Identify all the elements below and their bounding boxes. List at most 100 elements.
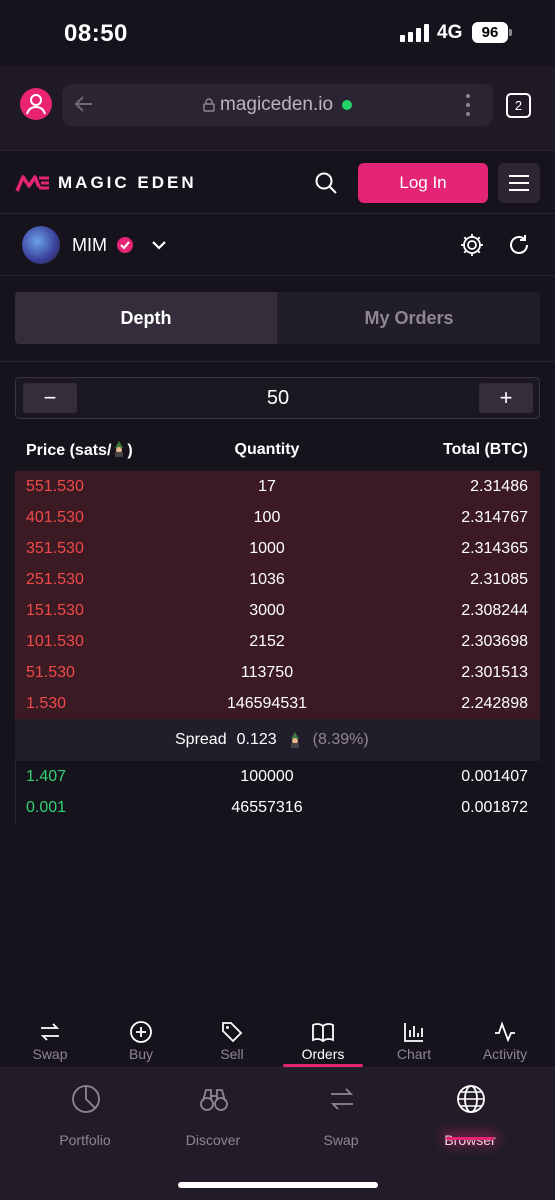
tabs-count-button[interactable]: 2 [506,93,531,118]
depth-stepper: − 50 + [15,377,540,419]
ask-row[interactable]: 251.530 1036 2.31085 [15,564,540,595]
search-icon[interactable] [314,171,338,195]
nav-browser[interactable]: Browser [415,1084,525,1148]
ask-row[interactable]: 401.530 100 2.314767 [15,502,540,533]
status-time: 08:50 [64,20,128,47]
ask-quantity: 3000 [249,602,285,619]
magic-eden-logo-icon[interactable] [15,171,51,195]
ask-row[interactable]: 101.530 2152 2.303698 [15,626,540,657]
ask-price: 351.530 [26,540,84,557]
logo-text: MAGIC EDEN [58,173,197,192]
divider [0,361,555,362]
ask-quantity: 100 [253,509,281,526]
login-button[interactable]: Log In [358,163,488,203]
user-icon [26,94,46,115]
spread-percent: (8.39%) [312,731,369,748]
ask-orders: 551.530 17 2.31486 401.530 100 2.314767 … [15,471,540,719]
bid-row[interactable]: 0.001 46557316 0.001872 [15,792,540,823]
plus-circle-icon [130,1021,152,1043]
ask-total: 2.242898 [461,695,528,712]
ask-quantity: 17 [258,478,276,495]
nav-discover[interactable]: Discover [158,1084,268,1148]
ask-price: 151.530 [26,602,84,619]
stepper-value[interactable]: 50 [216,387,340,410]
signal-icon [400,24,429,42]
swap-icon [330,1088,354,1110]
market-subnav: Swap Buy Sell Orders Chart Activity [0,1012,555,1068]
subnav-buy[interactable]: Buy [95,1012,187,1068]
decrement-button[interactable]: − [23,383,77,413]
nav-portfolio[interactable]: Portfolio [30,1084,140,1148]
bar-chart-icon [404,1023,423,1042]
secure-dot-icon [342,100,352,110]
url-bar[interactable]: magiceden.io [62,84,493,126]
bid-price: 0.001 [26,799,67,816]
subnav-label: Buy [128,1046,154,1062]
increment-button[interactable]: + [479,383,533,413]
subnav-label: Sell [220,1046,244,1062]
subnav-swap[interactable]: Swap [4,1012,96,1068]
book-icon [312,1023,334,1043]
ask-row[interactable]: 351.530 1000 2.314365 [15,533,540,564]
globe-icon [457,1085,485,1113]
site-header: MAGIC EDEN Log In [0,150,555,214]
main-bottom-nav: Portfolio Discover Swap Browser [0,1068,555,1200]
ask-total: 2.314767 [461,509,528,526]
bid-quantity: 100000 [240,768,294,785]
more-options-icon[interactable] [465,92,471,118]
url-text: magiceden.io [220,94,334,115]
subnav-label: Orders [301,1046,345,1062]
pie-chart-icon [72,1085,100,1113]
status-bar: 08:50 4G 96 [0,0,555,66]
nav-label: Discover [185,1132,241,1148]
spread-value: 0.123 [236,731,277,748]
depth-tabs: Depth My Orders [15,292,540,344]
tab-my-orders[interactable]: My Orders [278,292,540,344]
tag-icon [222,1022,243,1043]
tab-depth[interactable]: Depth [15,292,277,344]
hamburger-menu-button[interactable] [498,163,540,203]
battery-tip [509,29,512,36]
profile-avatar-button[interactable] [20,88,52,120]
witch-emoji-icon [115,441,124,457]
nav-swap[interactable]: Swap [286,1084,396,1148]
home-indicator[interactable] [178,1182,378,1188]
menu-icon [509,175,529,191]
price-column-header: Price (sats/) [26,441,133,459]
ask-price: 401.530 [26,509,84,526]
activity-icon [495,1021,515,1043]
ask-row[interactable]: 51.530 113750 2.301513 [15,657,540,688]
collection-avatar [22,226,60,264]
ask-quantity: 113750 [240,664,294,681]
swap-icon [40,1023,60,1041]
witch-emoji-icon [290,732,299,748]
binoculars-icon [200,1089,228,1111]
nav-label: Browser [444,1132,496,1148]
ask-row[interactable]: 1.530 146594531 2.242898 [15,688,540,719]
subnav-label: Activity [482,1046,528,1062]
verified-badge-icon [117,237,133,253]
bid-row[interactable]: 1.407 100000 0.001407 [15,761,540,792]
subnav-sell[interactable]: Sell [186,1012,278,1068]
subnav-activity[interactable]: Activity [459,1012,551,1068]
settings-gear-icon[interactable] [459,232,485,258]
ask-row[interactable]: 551.530 17 2.31486 [15,471,540,502]
ask-price: 551.530 [26,478,84,495]
nav-label: Swap [323,1132,359,1148]
spread-label: Spread [175,731,227,748]
ask-quantity: 146594531 [226,695,308,712]
refresh-icon[interactable] [506,232,532,258]
back-arrow-icon[interactable] [72,92,96,116]
ask-row[interactable]: 151.530 3000 2.308244 [15,595,540,626]
subnav-chart[interactable]: Chart [368,1012,460,1068]
bid-total: 0.001872 [461,799,528,816]
spread-row: Spread 0.123 (8.39%) [15,719,540,761]
bid-price: 1.407 [26,768,67,785]
ask-total: 2.314365 [461,540,528,557]
lock-icon [203,98,215,112]
subnav-orders[interactable]: Orders [277,1012,369,1068]
ask-total: 2.31486 [470,478,528,495]
ask-quantity: 2152 [249,633,285,650]
battery-icon: 96 [472,22,508,43]
chevron-down-icon[interactable] [150,236,168,254]
